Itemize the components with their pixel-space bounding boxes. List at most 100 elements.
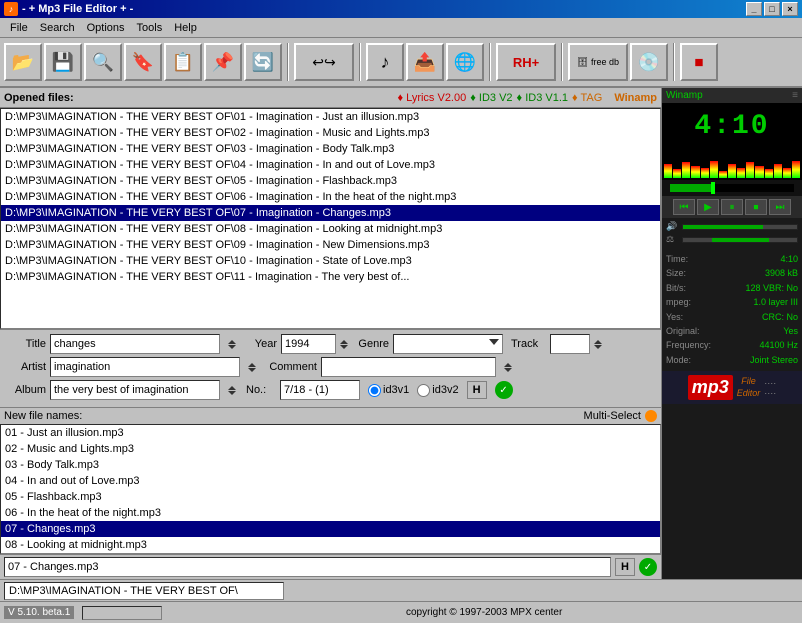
toolbar-rh[interactable]: RH+ — [496, 43, 556, 81]
lyrics-tag[interactable]: ♦ Lyrics V2.00 — [397, 92, 466, 104]
genre-label: Genre — [354, 338, 389, 350]
winamp-control-icon[interactable]: ≡ — [792, 90, 798, 101]
status-progress — [82, 606, 162, 620]
file-list[interactable]: D:\MP3\IMAGINATION - THE VERY BEST OF\01… — [0, 108, 661, 329]
winamp-progress[interactable] — [670, 184, 794, 192]
id3v11-tag[interactable]: ♦ ID3 V1.1 — [517, 92, 568, 104]
comment-up-btn[interactable] — [504, 363, 512, 367]
filename-h-button[interactable]: H — [615, 558, 635, 576]
menu-bar: File Search Options Tools Help — [0, 18, 802, 38]
toolbar-search[interactable]: 🔍 — [84, 43, 122, 81]
path-display: D:\MP3\IMAGINATION - THE VERY BEST OF\ — [4, 582, 284, 600]
newname-item-selected[interactable]: 07 - Changes.mp3 — [1, 521, 660, 537]
balance-slider[interactable] — [682, 237, 798, 243]
winamp-stop[interactable]: ⏹ — [745, 199, 767, 215]
id3v1-radio[interactable]: id3v1 — [368, 384, 409, 397]
file-item[interactable]: D:\MP3\IMAGINATION - THE VERY BEST OF\02… — [1, 125, 660, 141]
artist-input[interactable] — [50, 357, 240, 377]
title-down-btn[interactable] — [228, 345, 236, 349]
window-title: - + Mp3 File Editor + - — [22, 3, 133, 15]
volume-slider[interactable] — [682, 224, 798, 230]
apply-button[interactable]: ✓ — [495, 381, 513, 399]
year-input[interactable] — [281, 334, 336, 354]
toolbar-back[interactable]: ↩↪ — [294, 43, 354, 81]
no-input[interactable] — [280, 380, 360, 400]
newname-item[interactable]: 02 - Music and Lights.mp3 — [1, 441, 660, 457]
album-up-btn[interactable] — [228, 386, 236, 390]
toolbar-disc[interactable]: 💿 — [630, 43, 668, 81]
title-input[interactable] — [50, 334, 220, 354]
toolbar-export[interactable]: 📤 — [406, 43, 444, 81]
menu-help[interactable]: Help — [168, 20, 203, 36]
menu-search[interactable]: Search — [34, 20, 81, 36]
menu-tools[interactable]: Tools — [131, 20, 169, 36]
album-down-btn[interactable] — [228, 391, 236, 395]
minimize-button[interactable]: _ — [746, 2, 762, 16]
toolbar-bookmark[interactable]: 🔖 — [124, 43, 162, 81]
filename-input[interactable] — [4, 557, 611, 577]
newname-item[interactable]: 03 - Body Talk.mp3 — [1, 457, 660, 473]
bar-4 — [691, 166, 699, 178]
year-down-btn[interactable] — [340, 345, 348, 349]
version-label: V 5.10. beta.1 — [4, 606, 74, 619]
menu-options[interactable]: Options — [81, 20, 131, 36]
file-item[interactable]: D:\MP3\IMAGINATION - THE VERY BEST OF\03… — [1, 141, 660, 157]
logo-dots: ········ — [764, 378, 776, 398]
newname-item[interactable]: 01 - Just an illusion.mp3 — [1, 425, 660, 441]
newnames-list[interactable]: 01 - Just an illusion.mp3 02 - Music and… — [0, 424, 661, 554]
toolbar-web[interactable]: 🌐 — [446, 43, 484, 81]
winamp-pause[interactable]: ⏸ — [721, 199, 743, 215]
track-down-btn[interactable] — [594, 345, 602, 349]
winamp-play[interactable]: ▶ — [697, 199, 719, 215]
toolbar: 📂 💾 🔍 🔖 📋 📌 🔄 ↩↪ ♪ 📤 🌐 RH+ 🗄 free db 💿 ⏹ — [0, 38, 802, 88]
tag-row-2: Artist Comment — [4, 357, 657, 377]
artist-up-btn[interactable] — [248, 363, 256, 367]
close-button[interactable]: × — [782, 2, 798, 16]
balance-row: ⚖ — [666, 234, 798, 245]
genre-select[interactable] — [393, 334, 503, 354]
toolbar-db[interactable]: 🗄 free db — [568, 43, 628, 81]
toolbar-stop[interactable]: ⏹ — [680, 43, 718, 81]
file-item[interactable]: D:\MP3\IMAGINATION - THE VERY BEST OF\06… — [1, 189, 660, 205]
id3v2-radio[interactable]: id3v2 — [417, 384, 458, 397]
file-item-selected[interactable]: D:\MP3\IMAGINATION - THE VERY BEST OF\07… — [1, 205, 660, 221]
newname-item[interactable]: 08 - Looking at midnight.mp3 — [1, 537, 660, 553]
winamp-panel: Winamp ≡ 4:10 — [662, 88, 802, 579]
id3v2-tag[interactable]: ♦ ID3 V2 — [470, 92, 512, 104]
file-item[interactable]: D:\MP3\IMAGINATION - THE VERY BEST OF\09… — [1, 237, 660, 253]
toolbar-music[interactable]: ♪ — [366, 43, 404, 81]
h-button[interactable]: H — [467, 381, 487, 399]
toolbar-open[interactable]: 📂 — [4, 43, 42, 81]
comment-down-btn[interactable] — [504, 368, 512, 372]
album-input[interactable] — [50, 380, 220, 400]
toolbar-copy[interactable]: 📋 — [164, 43, 202, 81]
bar-9 — [737, 168, 745, 178]
file-item[interactable]: D:\MP3\IMAGINATION - THE VERY BEST OF\01… — [1, 109, 660, 125]
winamp-progress-container[interactable] — [662, 180, 802, 196]
artist-down-btn[interactable] — [248, 368, 256, 372]
winamp-prev[interactable]: ⏮ — [673, 199, 695, 215]
title-up-btn[interactable] — [228, 340, 236, 344]
file-item[interactable]: D:\MP3\IMAGINATION - THE VERY BEST OF\08… — [1, 221, 660, 237]
comment-input[interactable] — [321, 357, 496, 377]
winamp-progress-fill — [670, 184, 713, 192]
filename-apply-button[interactable]: ✓ — [639, 558, 657, 576]
newname-item[interactable]: 04 - In and out of Love.mp3 — [1, 473, 660, 489]
newname-item[interactable]: 06 - In the heat of the night.mp3 — [1, 505, 660, 521]
tag-tag[interactable]: ♦ TAG — [572, 92, 602, 104]
file-item[interactable]: D:\MP3\IMAGINATION - THE VERY BEST OF\11… — [1, 269, 660, 285]
toolbar-pin[interactable]: 📌 — [204, 43, 242, 81]
track-input[interactable] — [550, 334, 590, 354]
toolbar-save[interactable]: 💾 — [44, 43, 82, 81]
menu-file[interactable]: File — [4, 20, 34, 36]
track-up-btn[interactable] — [594, 340, 602, 344]
toolbar-refresh[interactable]: 🔄 — [244, 43, 282, 81]
winamp-next[interactable]: ⏭ — [769, 199, 791, 215]
maximize-button[interactable]: □ — [764, 2, 780, 16]
file-item[interactable]: D:\MP3\IMAGINATION - THE VERY BEST OF\05… — [1, 173, 660, 189]
file-item[interactable]: D:\MP3\IMAGINATION - THE VERY BEST OF\04… — [1, 157, 660, 173]
newname-item[interactable]: 05 - Flashback.mp3 — [1, 489, 660, 505]
multiselect-button[interactable]: Multi-Select — [584, 410, 657, 422]
file-item[interactable]: D:\MP3\IMAGINATION - THE VERY BEST OF\10… — [1, 253, 660, 269]
year-up-btn[interactable] — [340, 340, 348, 344]
